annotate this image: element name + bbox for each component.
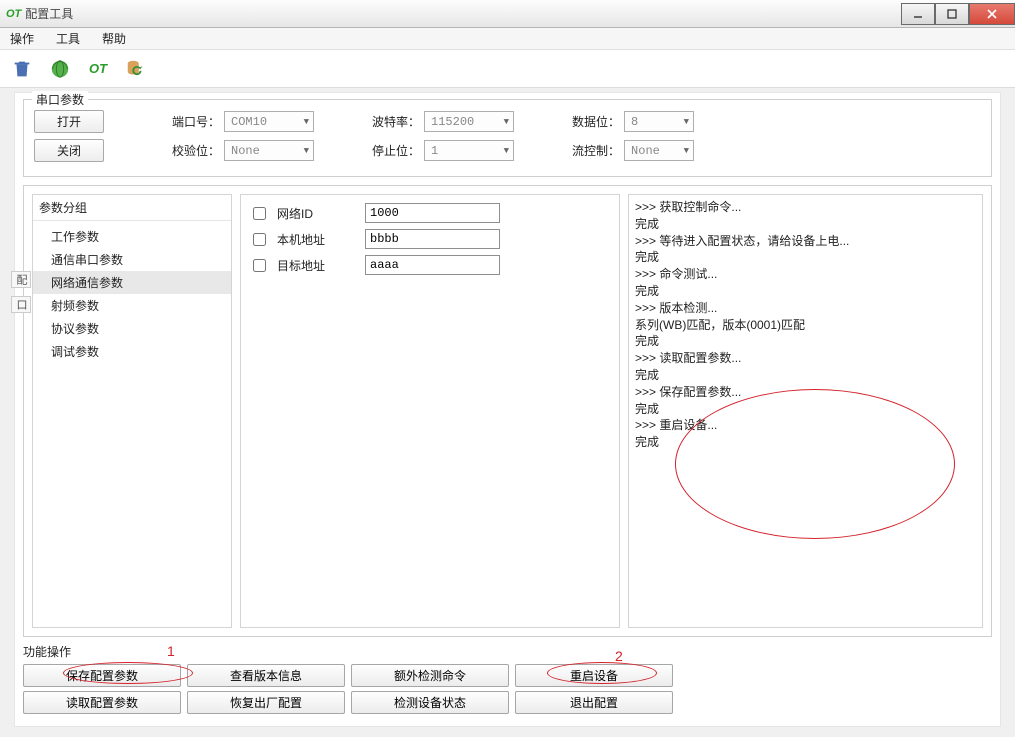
databits-combo[interactable]: 8▼ — [624, 111, 694, 132]
port-combo[interactable]: COM10▼ — [224, 111, 314, 132]
tree-item-1[interactable]: 通信串口参数 — [33, 248, 231, 271]
db-refresh-icon[interactable] — [122, 55, 150, 83]
field-label-0: 网络ID — [277, 205, 357, 222]
tree-header: 参数分组 — [33, 195, 231, 221]
tree-panel: 参数分组 工作参数通信串口参数网络通信参数射频参数协议参数调试参数 — [32, 194, 232, 628]
func-row1-2[interactable]: 额外检测命令 — [351, 664, 509, 687]
globe-icon[interactable] — [46, 55, 74, 83]
func-row1-1[interactable]: 查看版本信息 — [187, 664, 345, 687]
tree-item-2[interactable]: 网络通信参数 — [33, 271, 231, 294]
baud-label: 波特率： — [372, 113, 420, 130]
flow-label: 流控制： — [572, 142, 620, 159]
vtab-2[interactable]: 口 — [11, 296, 31, 313]
open-button[interactable]: 打开 — [34, 110, 104, 133]
menu-help[interactable]: 帮助 — [98, 28, 130, 49]
flow-combo[interactable]: None▼ — [624, 140, 694, 161]
func-row1-0[interactable]: 保存配置参数 — [23, 664, 181, 687]
port-label: 端口号： — [172, 113, 220, 130]
tree-item-4[interactable]: 协议参数 — [33, 317, 231, 340]
log-panel: >>> 获取控制命令... 完成 >>> 等待进入配置状态，请给设备上电... … — [628, 194, 983, 628]
minimize-button[interactable] — [901, 3, 935, 25]
parity-label: 校验位： — [172, 142, 220, 159]
vtab-1[interactable]: 配 — [11, 271, 31, 288]
tree-item-0[interactable]: 工作参数 — [33, 225, 231, 248]
app-icon: OT — [6, 8, 21, 20]
close-button[interactable] — [969, 3, 1015, 25]
close-port-button[interactable]: 关闭 — [34, 139, 104, 162]
menu-tool[interactable]: 工具 — [52, 28, 84, 49]
field-check-2[interactable] — [253, 259, 266, 272]
serial-fieldset: 串口参数 打开 端口号： COM10▼ 波特率： 115200▼ 数据位： 8▼… — [23, 99, 992, 177]
form-panel: 网络ID 本机地址目标地址 — [240, 194, 620, 628]
field-input-1[interactable] — [365, 229, 500, 249]
maximize-button[interactable] — [935, 3, 969, 25]
stop-combo[interactable]: 1▼ — [424, 140, 514, 161]
field-label-1: 本机地址 — [277, 231, 357, 248]
func-row2-1[interactable]: 恢复出厂配置 — [187, 691, 345, 714]
serial-legend: 串口参数 — [32, 91, 88, 108]
parity-combo[interactable]: None▼ — [224, 140, 314, 161]
func-row2-0[interactable]: 读取配置参数 — [23, 691, 181, 714]
main-frame: 配 口 串口参数 打开 端口号： COM10▼ 波特率： 115200▼ 数据位… — [14, 92, 1001, 727]
field-input-0[interactable] — [365, 203, 500, 223]
title-bar: OT 配置工具 — [0, 0, 1015, 28]
field-check-1[interactable] — [253, 233, 266, 246]
func-legend: 功能操作 — [23, 643, 992, 660]
func-row2-2[interactable]: 检测设备状态 — [351, 691, 509, 714]
menu-op[interactable]: 操作 — [6, 28, 38, 49]
stop-label: 停止位： — [372, 142, 420, 159]
field-check-0[interactable] — [253, 207, 266, 220]
tree-item-3[interactable]: 射频参数 — [33, 294, 231, 317]
databits-label: 数据位： — [572, 113, 620, 130]
toolbar: OT — [0, 50, 1015, 88]
ot-icon[interactable]: OT — [84, 55, 112, 83]
func-row2-3[interactable]: 退出配置 — [515, 691, 673, 714]
field-input-2[interactable] — [365, 255, 500, 275]
baud-combo[interactable]: 115200▼ — [424, 111, 514, 132]
func-row1-3[interactable]: 重启设备 — [515, 664, 673, 687]
field-label-2: 目标地址 — [277, 257, 357, 274]
trash-icon[interactable] — [8, 55, 36, 83]
menu-bar: 操作 工具 帮助 — [0, 28, 1015, 50]
window-title: 配置工具 — [25, 5, 73, 22]
tree-item-5[interactable]: 调试参数 — [33, 340, 231, 363]
